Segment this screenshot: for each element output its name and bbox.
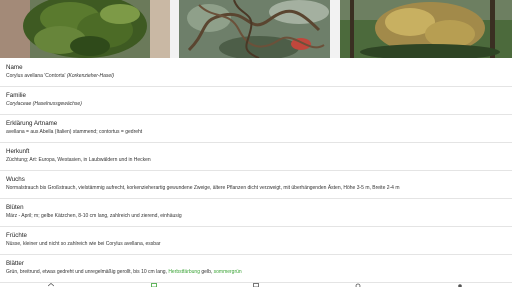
field-label: Blüten — [6, 204, 24, 211]
autumn-color-value: gelb, — [201, 269, 213, 275]
plant-icon[interactable] — [151, 283, 157, 287]
field-value: März - April; m; gelbe Kätzchen, 8-10 cm… — [6, 213, 182, 219]
image-icon[interactable] — [253, 283, 259, 287]
field-label: Blätter — [6, 260, 24, 267]
field-artname: Erklärung Artname avellana = aus Abella … — [0, 115, 512, 143]
field-wuchs: Wuchs Normalstrauch bis Großstrauch, vie… — [0, 171, 512, 199]
field-value: Nüsse, kleiner und nicht so zahlreich wi… — [6, 241, 161, 247]
photo-gallery — [0, 0, 512, 58]
field-blueten: Blüten März - April; m; gelbe Kätzchen, … — [0, 199, 512, 227]
botanical-name: Corylus avellana 'Contorta' — [6, 73, 66, 79]
field-blaetter: Blätter Grün, breitrund, etwas gedreht u… — [0, 255, 512, 283]
leaf-description: Grün, breitrund, etwas gedreht und unreg… — [6, 269, 167, 275]
field-value: avellana = aus Abella (Italien) stammend… — [6, 129, 143, 135]
field-label: Name — [6, 64, 23, 71]
deciduous-link[interactable]: sommergrün — [214, 269, 242, 275]
bottom-navigation — [0, 282, 512, 288]
settings-icon[interactable] — [457, 283, 463, 287]
hazel-tree-photo[interactable] — [0, 0, 170, 58]
field-fruechte: Früchte Nüsse, kleiner und nicht so zahl… — [0, 227, 512, 255]
field-value: Corylaceae (Haselnussgewächse) — [6, 101, 82, 107]
field-familie: Familie Corylaceae (Haselnussgewächse) — [0, 87, 512, 115]
field-label: Erklärung Artname — [6, 120, 58, 127]
field-value: Grün, breitrund, etwas gedreht und unreg… — [6, 268, 506, 276]
search-icon[interactable] — [355, 283, 361, 287]
field-value: Normalstrauch bis Großstrauch, vielstämm… — [6, 185, 400, 191]
autumn-color-link[interactable]: Herbstfärbung — [168, 269, 200, 275]
common-name: (Korkenzieher-Hasel) — [66, 73, 114, 79]
twisted-branches-photo[interactable] — [179, 0, 330, 58]
field-herkunft: Herkunft Züchtung; Art: Europa, Westasie… — [0, 143, 512, 171]
field-label: Wuchs — [6, 176, 25, 183]
field-label: Familie — [6, 92, 26, 99]
field-value: Corylus avellana 'Contorta' (Korkenziehe… — [6, 72, 506, 80]
field-value: Züchtung; Art: Europa, Westasien, in Lau… — [6, 157, 151, 163]
field-label: Herkunft — [6, 148, 30, 155]
home-icon[interactable] — [48, 283, 54, 287]
catkins-photo[interactable] — [340, 0, 512, 58]
field-label: Früchte — [6, 232, 27, 239]
field-name: Name Corylus avellana 'Contorta' (Korken… — [0, 58, 512, 87]
plant-details-list: Name Corylus avellana 'Contorta' (Korken… — [0, 58, 512, 283]
